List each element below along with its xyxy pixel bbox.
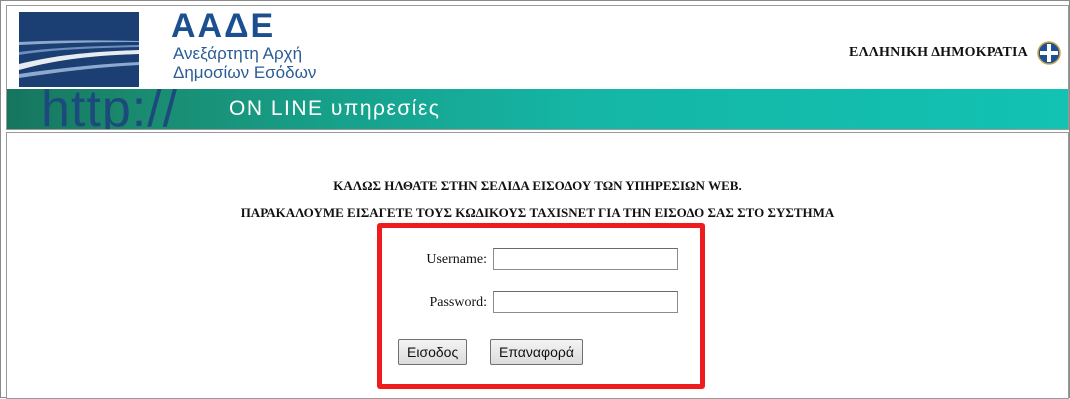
- login-button[interactable]: Εισοδος: [398, 339, 468, 365]
- password-input[interactable]: [493, 291, 678, 313]
- logo-subtitle-line1: Ανεξάρτητη Αρχή: [173, 44, 303, 63]
- republic-label: ΕΛΛΗΝΙΚΗ ΔΗΜΟΚΡΑΤΙΑ: [849, 45, 1028, 60]
- logo-subtitle-line2: Δημοσίων Εσόδων: [173, 63, 317, 82]
- site-header: ΑΑΔΕ Ανεξάρτητη Αρχή Δημοσίων Εσόδων ΕΛΛ…: [6, 5, 1069, 130]
- login-page-content: ΚΑΛΩΣ ΗΛΘΑΤΕ ΣΤΗΝ ΣΕΛΙΔΑ ΕΙΣΟΔΟΥ ΤΩΝ ΥΠΗ…: [6, 132, 1069, 399]
- username-input[interactable]: [493, 248, 678, 270]
- logo-title: ΑΑΔΕ: [171, 7, 276, 45]
- aade-logo-icon: [19, 12, 139, 87]
- banner-http-text: http://: [41, 89, 179, 129]
- greek-emblem-icon: [1037, 41, 1061, 65]
- login-form: Username: Password: Εισοδος Επαναφορά: [377, 223, 705, 389]
- online-services-banner: http:// ON LINE υπηρεσίες: [7, 89, 1068, 129]
- password-label: Password:: [429, 295, 487, 310]
- reset-button[interactable]: Επαναφορά: [490, 339, 583, 365]
- instructions-text: ΠΑΡΑΚΑΛΟΥΜΕ ΕΙΣΑΓΕΤΕ ΤΟΥΣ ΚΩΔΙΚΟΥΣ TAXIS…: [240, 205, 835, 220]
- username-label: Username:: [426, 252, 487, 267]
- page-frame: ΑΑΔΕ Ανεξάρτητη Αρχή Δημοσίων Εσόδων ΕΛΛ…: [0, 0, 1070, 399]
- banner-label: ON LINE υπηρεσίες: [229, 97, 441, 120]
- welcome-heading: ΚΑΛΩΣ ΗΛΘΑΤΕ ΣΤΗΝ ΣΕΛΙΔΑ ΕΙΣΟΔΟΥ ΤΩΝ ΥΠΗ…: [333, 178, 742, 193]
